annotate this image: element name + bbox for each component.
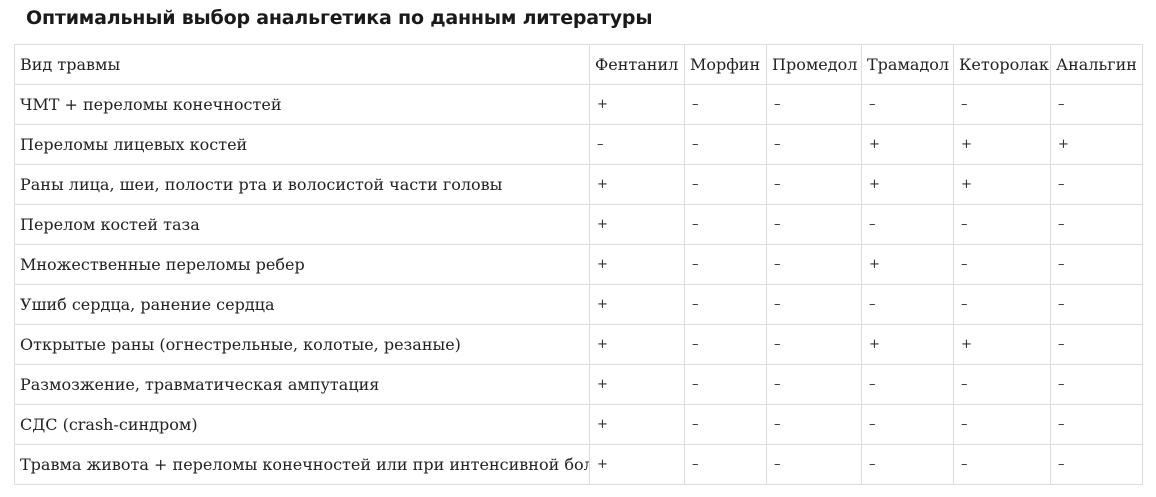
mark-cell: +: [589, 204, 685, 245]
mark-cell: +: [589, 404, 685, 445]
mark-cell: +: [589, 244, 685, 285]
mark-cell: –: [684, 244, 767, 285]
mark-cell: –: [684, 444, 767, 485]
mark-cell: –: [1050, 84, 1143, 125]
mark-cell: –: [953, 204, 1051, 245]
table-row: ЧМТ + переломы конечностей + – – – – –: [14, 84, 1143, 125]
mark-cell: –: [1050, 164, 1143, 205]
table-row: Ушиб сердца, ранение сердца + – – – – –: [14, 284, 1143, 325]
injury-type-cell: Открытые раны (огнестрельные, колотые, р…: [14, 324, 590, 365]
mark-cell: –: [684, 84, 767, 125]
mark-cell: +: [953, 124, 1051, 165]
injury-type-cell: Множественные переломы ребер: [14, 244, 590, 285]
mark-cell: +: [1050, 124, 1143, 165]
mark-cell: –: [1050, 364, 1143, 405]
header-cell-analgin: Анальгин: [1050, 44, 1143, 85]
injury-type-cell: Травма живота + переломы конечностей или…: [14, 444, 590, 485]
mark-cell: –: [1050, 204, 1143, 245]
mark-cell: –: [766, 164, 862, 205]
mark-cell: +: [861, 164, 954, 205]
mark-cell: +: [861, 124, 954, 165]
mark-cell: –: [861, 84, 954, 125]
mark-cell: –: [766, 324, 862, 365]
table-row: Травма живота + переломы конечностей или…: [14, 444, 1143, 485]
injury-type-cell: Размозжение, травматическая ампутация: [14, 364, 590, 405]
mark-cell: –: [766, 404, 862, 445]
mark-cell: –: [861, 204, 954, 245]
injury-type-cell: СДС (crash-синдром): [14, 404, 590, 445]
mark-cell: –: [766, 284, 862, 325]
analgesic-table: Вид травмы Фентанил Морфин Промедол Трам…: [14, 44, 1143, 485]
mark-cell: –: [766, 84, 862, 125]
mark-cell: –: [766, 124, 862, 165]
mark-cell: –: [953, 244, 1051, 285]
mark-cell: +: [589, 324, 685, 365]
mark-cell: +: [589, 444, 685, 485]
mark-cell: –: [684, 164, 767, 205]
injury-type-cell: Перелом костей таза: [14, 204, 590, 245]
mark-cell: –: [1050, 444, 1143, 485]
mark-cell: –: [684, 364, 767, 405]
header-cell-tramadol: Трамадол: [861, 44, 954, 85]
injury-type-cell: ЧМТ + переломы конечностей: [14, 84, 590, 125]
mark-cell: –: [684, 284, 767, 325]
header-cell-ketorolac: Кеторолак: [953, 44, 1051, 85]
header-cell-promedol: Промедол: [766, 44, 862, 85]
table-row: Размозжение, травматическая ампутация + – –…: [14, 364, 1143, 405]
mark-cell: –: [766, 244, 862, 285]
mark-cell: –: [953, 284, 1051, 325]
mark-cell: –: [953, 444, 1051, 485]
mark-cell: –: [953, 364, 1051, 405]
table-header-row: Вид травмы Фентанил Морфин Промедол Трам…: [14, 44, 1143, 85]
mark-cell: –: [684, 204, 767, 245]
header-cell-morphine: Морфин: [684, 44, 767, 85]
mark-cell: +: [953, 324, 1051, 365]
mark-cell: –: [766, 204, 862, 245]
mark-cell: –: [861, 284, 954, 325]
mark-cell: +: [589, 364, 685, 405]
mark-cell: +: [589, 284, 685, 325]
table-row: Раны лица, шеи, полости рта и волосистой…: [14, 164, 1143, 205]
table-row: Переломы лицевых костей – – – + + +: [14, 124, 1143, 165]
injury-type-cell: Раны лица, шеи, полости рта и волосистой…: [14, 164, 590, 205]
mark-cell: –: [953, 84, 1051, 125]
page-title: Оптимальный выбор анальгетика по данным …: [26, 7, 653, 29]
injury-type-cell: Переломы лицевых костей: [14, 124, 590, 165]
table-row: Перелом костей таза + – – – – –: [14, 204, 1143, 245]
mark-cell: +: [589, 164, 685, 205]
mark-cell: –: [684, 324, 767, 365]
mark-cell: –: [1050, 244, 1143, 285]
mark-cell: +: [589, 84, 685, 125]
header-cell-fentanyl: Фентанил: [589, 44, 685, 85]
table-row: Множественные переломы ребер + – – + – –: [14, 244, 1143, 285]
header-cell-injury-type: Вид травмы: [14, 44, 590, 85]
mark-cell: –: [1050, 284, 1143, 325]
mark-cell: –: [1050, 404, 1143, 445]
mark-cell: –: [953, 404, 1051, 445]
mark-cell: +: [861, 244, 954, 285]
mark-cell: –: [589, 124, 685, 165]
mark-cell: –: [861, 444, 954, 485]
mark-cell: +: [953, 164, 1051, 205]
mark-cell: –: [684, 404, 767, 445]
mark-cell: –: [861, 404, 954, 445]
mark-cell: –: [766, 444, 862, 485]
mark-cell: –: [684, 124, 767, 165]
mark-cell: +: [861, 324, 954, 365]
mark-cell: –: [861, 364, 954, 405]
mark-cell: –: [766, 364, 862, 405]
injury-type-cell: Ушиб сердца, ранение сердца: [14, 284, 590, 325]
mark-cell: –: [1050, 324, 1143, 365]
table-row: Открытые раны (огнестрельные, колотые, р…: [14, 324, 1143, 365]
table-row: СДС (crash-синдром) + – – – – –: [14, 404, 1143, 445]
